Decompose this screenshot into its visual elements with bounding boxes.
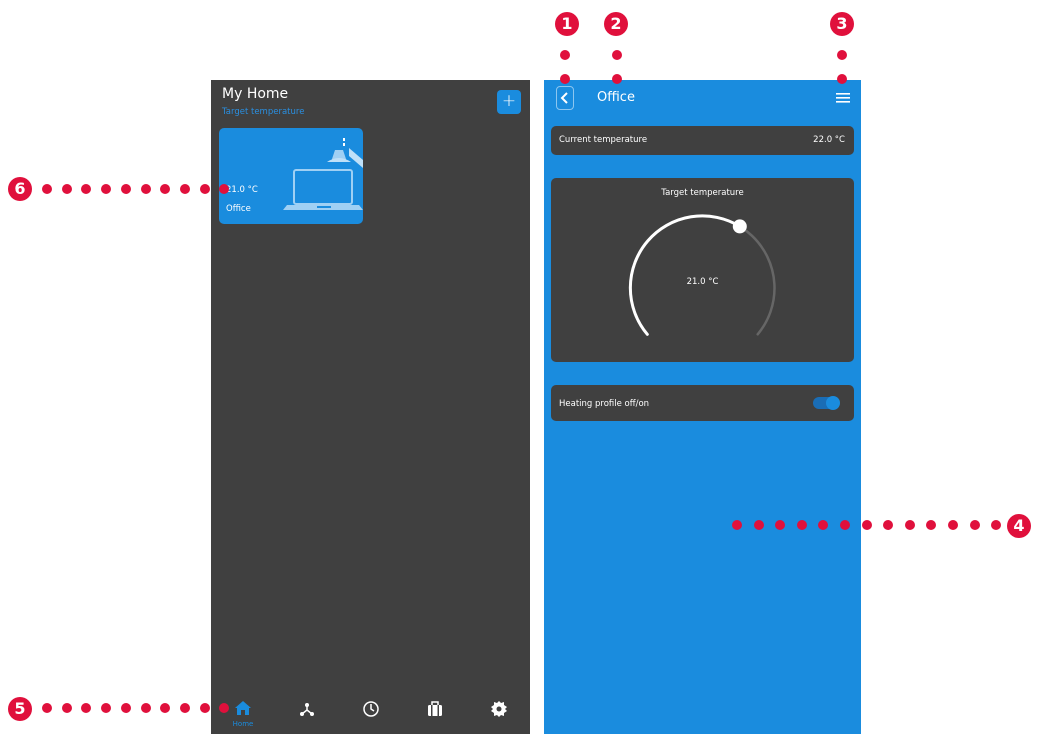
callout-dot bbox=[81, 184, 92, 194]
home-screen: My Home Target temperature + 21.0 °C Off… bbox=[211, 80, 530, 734]
gear-icon bbox=[491, 701, 507, 717]
dial-track bbox=[629, 214, 776, 336]
callout-dot bbox=[42, 184, 52, 194]
heating-profile-toggle[interactable] bbox=[813, 396, 840, 410]
callout-dot bbox=[926, 520, 937, 530]
callout-dot bbox=[101, 703, 112, 713]
network-icon bbox=[300, 703, 314, 716]
callout-badge-1: 1 bbox=[555, 12, 579, 36]
heating-profile-label: Heating profile off/on bbox=[559, 399, 650, 409]
callout-badge-4: 4 bbox=[1007, 514, 1031, 538]
room-detail-screen: Office Current temperature 22.0 °C Targe… bbox=[544, 80, 861, 734]
callout-dot bbox=[81, 703, 92, 713]
current-temperature-panel: Current temperature 22.0 °C bbox=[551, 126, 854, 155]
nav-home[interactable]: Home bbox=[223, 694, 263, 734]
callout-dot bbox=[904, 520, 915, 530]
callout-dot bbox=[837, 50, 847, 60]
callout-dot bbox=[140, 184, 151, 194]
page-title: My Home bbox=[222, 86, 289, 102]
callout-dot bbox=[199, 703, 210, 713]
callout-dot bbox=[42, 703, 52, 713]
callout-dot bbox=[61, 184, 72, 194]
callout-dot bbox=[120, 184, 131, 194]
nav-settings[interactable] bbox=[479, 694, 519, 734]
callout-dot bbox=[796, 520, 807, 530]
callout-dot bbox=[61, 703, 72, 713]
callout-dot bbox=[140, 703, 151, 713]
page-subtitle: Target temperature bbox=[222, 107, 305, 117]
callout-dot bbox=[101, 184, 112, 194]
callout-badge-2: 2 bbox=[604, 12, 628, 36]
callout-dot bbox=[179, 703, 190, 713]
nav-away[interactable] bbox=[415, 694, 455, 734]
target-temperature-panel: Target temperature 21.0 °C bbox=[551, 178, 854, 362]
room-card-office[interactable]: 21.0 °C Office bbox=[219, 128, 363, 224]
hamburger-menu-icon[interactable] bbox=[836, 92, 850, 104]
dial-knob bbox=[732, 219, 747, 234]
add-room-button[interactable]: + bbox=[497, 90, 521, 114]
callout-dot bbox=[837, 74, 847, 84]
callout-dot bbox=[861, 520, 872, 530]
callout-dot bbox=[883, 520, 894, 530]
callout-dot bbox=[120, 703, 131, 713]
callout-dot bbox=[560, 74, 570, 84]
callout-badge-5: 5 bbox=[8, 697, 32, 721]
temperature-dial[interactable] bbox=[551, 178, 854, 362]
callout-dot bbox=[160, 703, 171, 713]
callout-dot bbox=[991, 520, 1002, 530]
room-temperature: 21.0 °C bbox=[226, 185, 258, 195]
callout-dot bbox=[160, 184, 171, 194]
room-name: Office bbox=[226, 204, 251, 214]
callout-dot bbox=[948, 520, 958, 530]
room-title: Office bbox=[597, 90, 635, 105]
callout-dot bbox=[179, 184, 190, 194]
home-icon bbox=[235, 701, 251, 715]
chevron-left-icon bbox=[560, 92, 568, 104]
target-temperature-value: 21.0 °C bbox=[686, 277, 719, 287]
nav-network[interactable] bbox=[287, 694, 327, 734]
callout-badge-3: 3 bbox=[830, 12, 854, 36]
current-temperature-value: 22.0 °C bbox=[813, 135, 845, 145]
heating-profile-panel: Heating profile off/on bbox=[551, 385, 854, 421]
nav-schedule[interactable] bbox=[351, 694, 391, 734]
current-temperature-label: Current temperature bbox=[559, 135, 648, 145]
clock-icon bbox=[363, 701, 379, 717]
callout-dot bbox=[612, 74, 622, 84]
dial-fill bbox=[628, 214, 742, 336]
callout-dot bbox=[840, 520, 850, 530]
nav-home-label: Home bbox=[232, 720, 254, 728]
back-button[interactable] bbox=[556, 86, 574, 110]
callout-dot bbox=[199, 184, 210, 194]
callout-dot bbox=[732, 520, 742, 530]
toggle-knob bbox=[826, 396, 840, 410]
briefcase-icon bbox=[428, 701, 442, 716]
callout-badge-6: 6 bbox=[8, 177, 32, 201]
bottom-navigation: Home bbox=[211, 694, 530, 734]
callout-dot bbox=[969, 520, 980, 530]
callout-dot bbox=[560, 50, 570, 60]
callout-dot bbox=[612, 50, 622, 60]
callout-dot bbox=[753, 520, 764, 530]
